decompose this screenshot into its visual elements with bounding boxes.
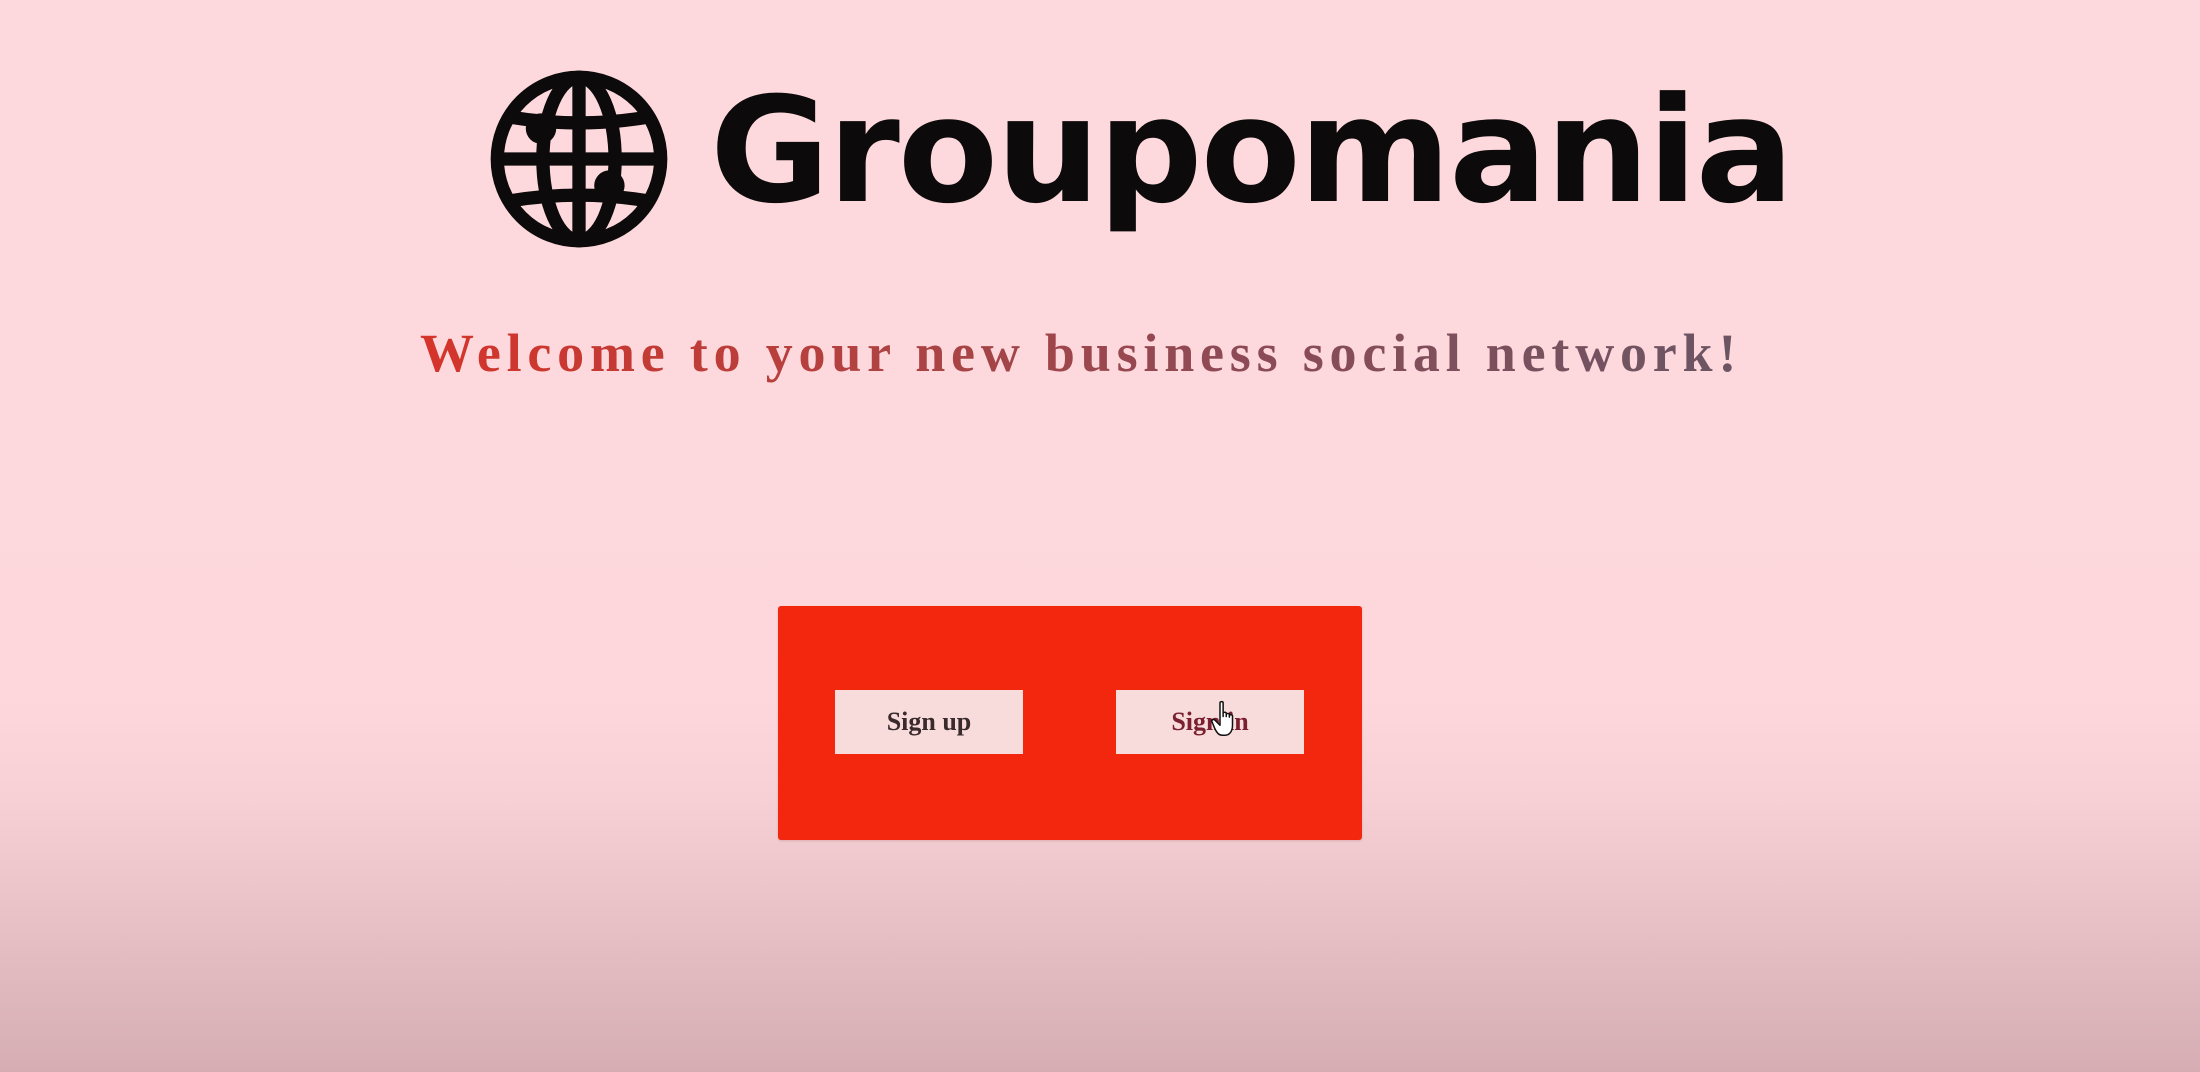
- welcome-tagline: Welcome to your new business social netw…: [420, 323, 1743, 383]
- sign-in-button[interactable]: Sign in: [1116, 690, 1304, 754]
- globe-icon: [490, 70, 668, 248]
- sign-up-button[interactable]: Sign up: [835, 690, 1023, 754]
- auth-panel: Sign up Sign in: [778, 606, 1362, 840]
- brand-header: Groupomania: [484, 62, 1794, 256]
- brand-name: Groupomania: [710, 66, 1794, 236]
